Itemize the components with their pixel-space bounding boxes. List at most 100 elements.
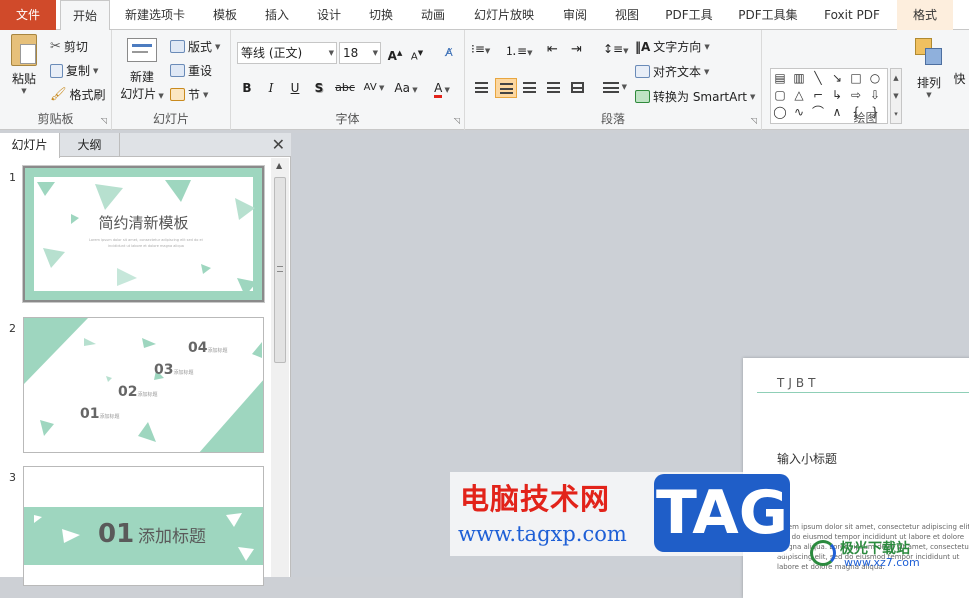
section-button[interactable]: 节 ▼ [170, 86, 208, 103]
new-slide-icon [127, 38, 157, 62]
rectangle-shape-icon[interactable]: □ [849, 71, 863, 85]
layout-button[interactable]: 版式 ▼ [170, 38, 220, 55]
tab-transitions[interactable]: 切换 [359, 0, 403, 30]
change-case-button[interactable]: Aa ▼ [391, 78, 421, 98]
clear-formatting-button[interactable]: A̸ [439, 43, 459, 63]
font-size-select[interactable]: 18 ▼ [339, 42, 381, 64]
tab-view[interactable]: 视图 [605, 0, 649, 30]
tab-slides[interactable]: 幻灯片 [0, 133, 60, 158]
pane-tabs: 幻灯片 大纲 ✕ [0, 133, 291, 158]
quick-styles-button[interactable]: 快 [950, 70, 969, 87]
elbow-arrow-shape-icon[interactable]: ↳ [830, 88, 844, 102]
increase-indent-button[interactable]: ⇥ [571, 42, 593, 62]
tab-pdf-tools[interactable]: PDF工具 [657, 0, 721, 30]
numbering-button[interactable]: ⒈≡▼ [505, 42, 533, 62]
arrange-button[interactable]: 排列 ▼ [910, 34, 948, 106]
oval-shape-icon[interactable]: ○ [868, 71, 882, 85]
tab-outline[interactable]: 大纲 [60, 133, 120, 157]
tab-templates[interactable]: 模板 [203, 0, 247, 30]
watermark-banner: 电脑技术网 www.tagxp.com TAG [450, 472, 790, 556]
scissors-icon: ✂ [50, 39, 61, 54]
tab-review[interactable]: 审阅 [553, 0, 597, 30]
char-spacing-button[interactable]: AV ▼ [359, 78, 389, 98]
strikethrough-button[interactable]: abc [333, 78, 357, 98]
line-spacing-button[interactable]: ↕≡▼ [603, 42, 629, 62]
justify-button[interactable] [543, 78, 565, 98]
line-shape-icon[interactable]: ╲ [811, 71, 825, 85]
columns-icon [603, 82, 611, 93]
font-launcher-icon[interactable]: ◹ [454, 116, 460, 125]
format-painter-button[interactable]: 🖌 格式刷 [50, 86, 106, 103]
grow-font-icon: A [387, 49, 397, 63]
align-text-icon [635, 65, 650, 78]
text-box-shape-icon[interactable]: ▤ [773, 71, 787, 85]
reset-button[interactable]: 重设 [170, 62, 212, 79]
bold-button[interactable]: B [237, 78, 257, 98]
tab-design[interactable]: 设计 [307, 0, 351, 30]
right-arrow-shape-icon[interactable]: ⇨ [849, 88, 863, 102]
grow-font-button[interactable]: A▲ [385, 43, 405, 63]
shrink-font-button[interactable]: A▼ [407, 43, 427, 63]
new-slide-label-1: 新建 [129, 70, 154, 84]
layout-icon [170, 40, 185, 53]
new-slide-button[interactable]: 新建 幻灯片 ▼ [116, 34, 168, 106]
bullets-button[interactable]: ⁝≡▼ [471, 42, 499, 62]
watermark-url: www.tagxp.com [458, 522, 627, 546]
font-group-label: 字体 [335, 112, 360, 126]
close-icon[interactable]: ✕ [272, 135, 285, 154]
slide-subtitle[interactable]: 输入小标题 [777, 450, 837, 467]
tab-foxit-pdf[interactable]: Foxit PDF [815, 0, 889, 30]
shadow-button[interactable]: S [309, 78, 329, 98]
triangle-shape-icon[interactable]: △ [792, 88, 806, 102]
slide-number: 2 [9, 322, 16, 335]
tab-home[interactable]: 开始 [60, 0, 110, 31]
arrow-line-shape-icon[interactable]: ↘ [830, 71, 844, 85]
align-right-button[interactable] [519, 78, 541, 98]
slide-thumbnail-1[interactable]: 简约清新模板 Lorem ipsum dolor sit amet, conse… [22, 165, 265, 303]
pane-scrollbar[interactable]: ▲ [271, 158, 289, 577]
paragraph-launcher-icon[interactable]: ◹ [751, 116, 757, 125]
distributed-button[interactable] [567, 78, 589, 98]
font-family-select[interactable]: 等线 (正文) ▼ [237, 42, 337, 64]
paintbrush-icon: 🖌 [50, 87, 67, 102]
slide-number: 1 [9, 171, 16, 184]
vertical-text-box-shape-icon[interactable]: ▥ [792, 71, 806, 85]
rounded-rectangle-shape-icon[interactable]: ▢ [773, 88, 787, 102]
align-left-button[interactable] [471, 78, 493, 98]
slide-thumbnail-3[interactable]: 01 添加标题 [23, 466, 264, 586]
columns-button[interactable]: ▼ [599, 78, 627, 98]
tab-animations[interactable]: 动画 [411, 0, 455, 30]
slides-group-label: 幻灯片 [152, 112, 189, 126]
scrollbar-thumb[interactable] [274, 177, 286, 363]
align-center-button[interactable] [495, 78, 517, 98]
scroll-up-icon[interactable]: ▲ [276, 161, 282, 170]
font-color-button[interactable]: A ▼ [427, 78, 457, 98]
tab-format[interactable]: 格式 [897, 0, 953, 30]
down-arrow-shape-icon[interactable]: ⇩ [868, 88, 882, 102]
italic-button[interactable]: I [261, 78, 281, 98]
convert-smartart-button[interactable]: 转换为 SmartArt ▼ [635, 88, 755, 105]
reset-label: 重设 [188, 64, 213, 78]
paste-button[interactable]: 粘贴 ▼ [6, 34, 42, 104]
tab-pdf-toolset[interactable]: PDF工具集 [729, 0, 807, 30]
tab-insert[interactable]: 插入 [255, 0, 299, 30]
slide-3-heading: 01 添加标题 [98, 519, 206, 549]
tab-slideshow[interactable]: 幻灯片放映 [463, 0, 545, 30]
copy-button[interactable]: 复制 ▼ [50, 62, 98, 79]
watermark-site-name: 电脑技术网 [460, 482, 611, 516]
tab-file[interactable]: 文件 [0, 0, 56, 30]
cut-button[interactable]: ✂ 剪切 [50, 38, 88, 55]
tab-new-tab[interactable]: 新建选项卡 [115, 0, 195, 30]
decrease-indent-button[interactable]: ⇤ [547, 42, 569, 62]
aurora-logo-icon [810, 540, 836, 566]
underline-button[interactable]: U [285, 78, 305, 98]
elbow-connector-shape-icon[interactable]: ⌐ [811, 88, 825, 102]
watermark-logo-text: 极光下载站 [840, 541, 910, 557]
clipboard-launcher-icon[interactable]: ◹ [101, 116, 107, 125]
chevron-down-icon: ▼ [328, 49, 334, 57]
align-left-icon [475, 82, 488, 93]
align-text-button[interactable]: 对齐文本 ▼ [635, 63, 709, 80]
text-direction-button[interactable]: ‖A 文字方向 ▼ [635, 38, 710, 55]
watermark-logo-url: www.xz7.com [844, 556, 920, 569]
slide-thumbnail-2[interactable]: 04添加标题 03添加标题 02添加标题 01添加标题 [23, 317, 264, 453]
